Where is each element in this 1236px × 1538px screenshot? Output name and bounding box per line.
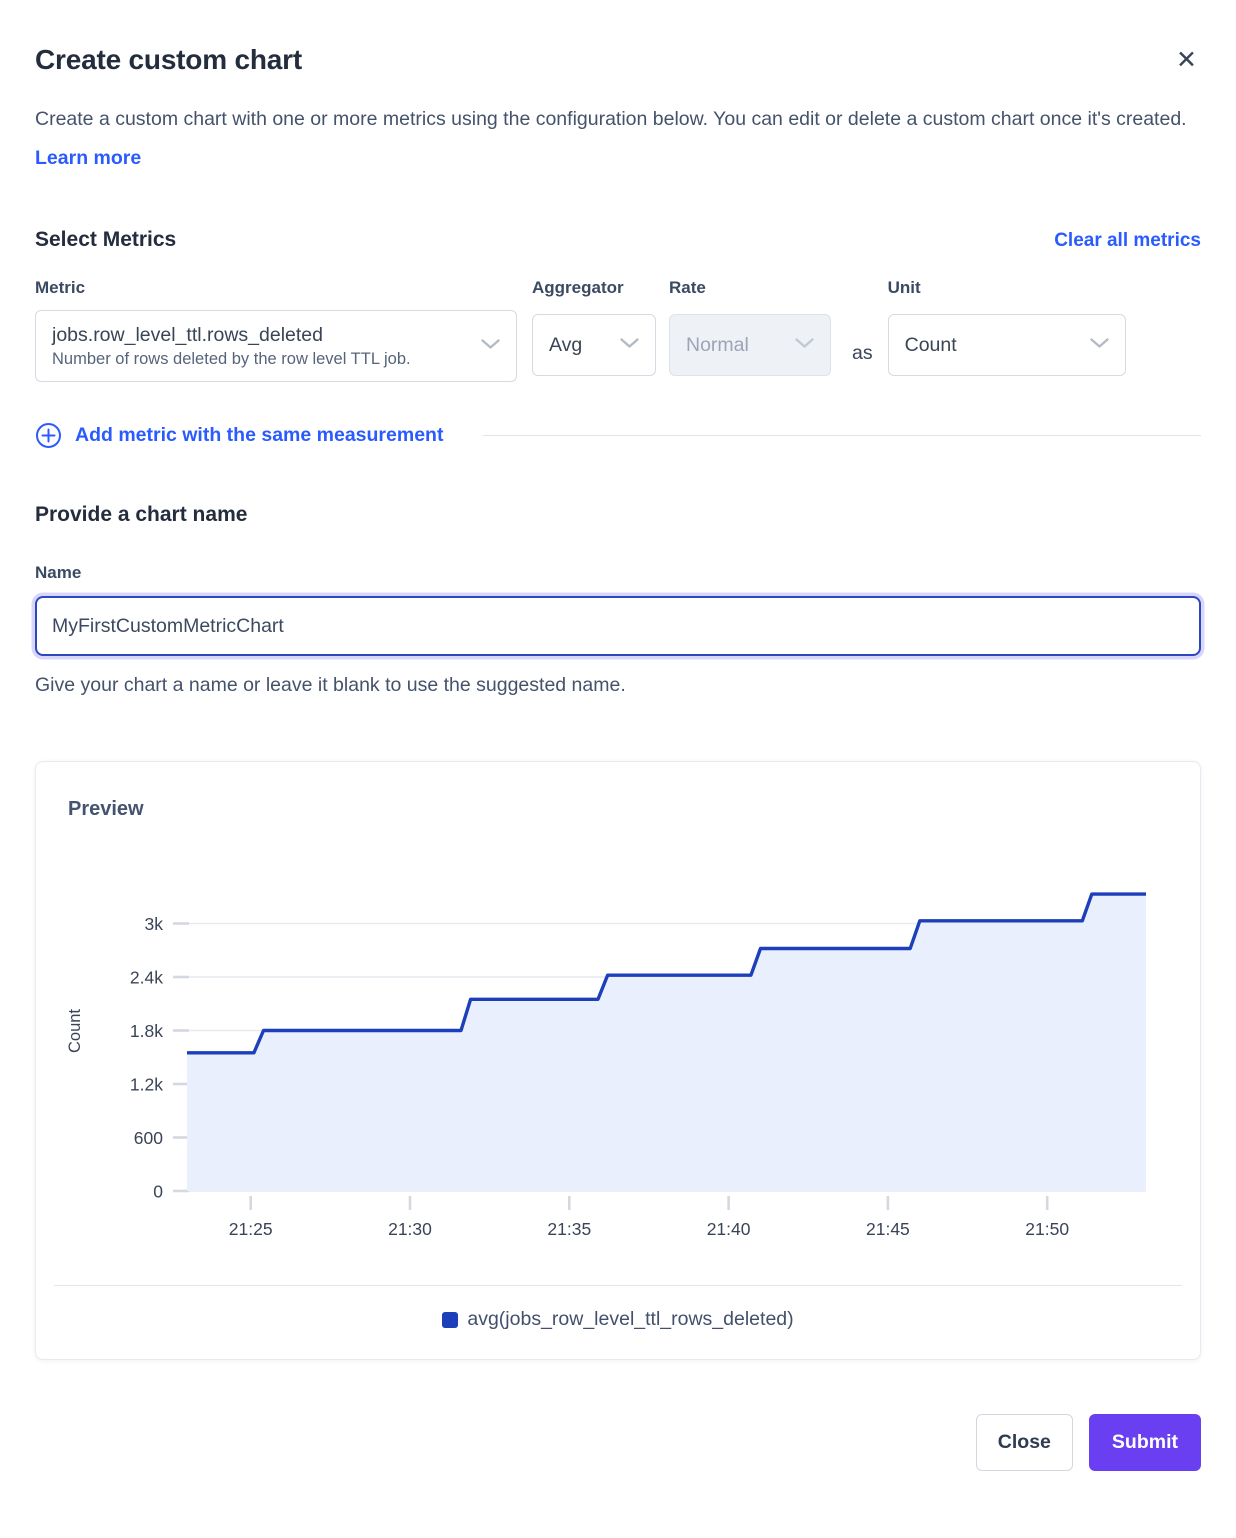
metrics-section-header: Select Metrics Clear all metrics [35, 228, 1201, 252]
svg-text:21:40: 21:40 [707, 1219, 751, 1237]
legend-swatch [442, 1312, 458, 1328]
chart-name-heading: Provide a chart name [35, 503, 1201, 527]
svg-text:21:35: 21:35 [547, 1219, 591, 1237]
svg-text:21:45: 21:45 [866, 1219, 910, 1237]
svg-text:2.4k: 2.4k [130, 968, 163, 988]
chart-legend: avg(jobs_row_level_ttl_rows_deleted) [36, 1286, 1200, 1359]
aggregator-select[interactable]: Avg [532, 314, 656, 376]
chevron-down-icon [620, 336, 639, 354]
learn-more-link[interactable]: Learn more [35, 147, 141, 169]
svg-text:21:25: 21:25 [229, 1219, 273, 1237]
dialog-header: Create custom chart ✕ [35, 0, 1201, 76]
rate-select-disabled: Normal [669, 314, 831, 376]
svg-text:3k: 3k [145, 914, 164, 934]
aggregator-column: Aggregator Avg [532, 278, 656, 376]
page-title: Create custom chart [35, 44, 302, 76]
dialog-description: Create a custom chart with one or more m… [35, 100, 1201, 178]
metric-select[interactable]: jobs.row_level_ttl.rows_deleted Number o… [35, 310, 517, 382]
close-icon[interactable]: ✕ [1172, 46, 1201, 75]
rate-select-value: Normal [686, 334, 749, 357]
as-label: as [852, 342, 873, 365]
aggregator-label: Aggregator [532, 278, 656, 298]
rate-label: Rate [669, 278, 831, 298]
rate-column: Rate Normal [669, 278, 831, 376]
select-metrics-heading: Select Metrics [35, 228, 176, 252]
svg-text:600: 600 [134, 1128, 163, 1148]
dialog-footer: Close Submit [35, 1414, 1201, 1504]
preview-heading: Preview [68, 798, 1200, 821]
metric-select-value: jobs.row_level_ttl.rows_deleted [52, 322, 411, 348]
name-helper-text: Give your chart a name or leave it blank… [35, 674, 1201, 697]
chevron-down-icon [481, 337, 500, 355]
metric-label: Metric [35, 278, 517, 298]
unit-column: Unit Count [888, 278, 1126, 376]
svg-text:21:30: 21:30 [388, 1219, 432, 1237]
description-text: Create a custom chart with one or more m… [35, 108, 1187, 130]
chart-name-input[interactable] [35, 596, 1201, 656]
chevron-down-icon [795, 336, 814, 354]
preview-chart: 0 600 1.2k 1.8k 2.4k 3k 21:25 21:30 21:35 21:40 21… [36, 869, 1200, 1237]
name-label: Name [35, 563, 1201, 583]
svg-text:1.8k: 1.8k [130, 1021, 163, 1041]
svg-text:21:50: 21:50 [1025, 1219, 1069, 1237]
add-metric-row: Add metric with the same measurement [35, 422, 1201, 449]
clear-all-metrics-link[interactable]: Clear all metrics [1054, 230, 1201, 252]
divider [483, 435, 1201, 436]
close-button[interactable]: Close [976, 1414, 1073, 1471]
submit-button[interactable]: Submit [1089, 1414, 1201, 1471]
svg-text:Count: Count [66, 1009, 84, 1053]
metric-select-description: Number of rows deleted by the row level … [52, 348, 411, 371]
metric-config-row: Metric jobs.row_level_ttl.rows_deleted N… [35, 278, 1201, 382]
add-metric-link-label: Add metric with the same measurement [75, 424, 443, 447]
svg-text:1.2k: 1.2k [130, 1075, 163, 1095]
metric-select-texts: jobs.row_level_ttl.rows_deleted Number o… [52, 322, 411, 371]
unit-select[interactable]: Count [888, 314, 1126, 376]
metric-column: Metric jobs.row_level_ttl.rows_deleted N… [35, 278, 517, 382]
unit-select-value: Count [905, 334, 957, 357]
aggregator-select-value: Avg [549, 334, 582, 357]
legend-label: avg(jobs_row_level_ttl_rows_deleted) [467, 1306, 793, 1333]
unit-label: Unit [888, 278, 1126, 298]
plus-circle-icon [35, 422, 62, 449]
create-custom-chart-dialog: Create custom chart ✕ Create a custom ch… [0, 0, 1236, 1504]
preview-card: Preview 0 600 1.2k 1.8k 2.4k 3k 21:25 21:30 21:3… [35, 761, 1201, 1360]
svg-text:0: 0 [153, 1182, 163, 1202]
add-metric-link[interactable]: Add metric with the same measurement [35, 422, 443, 449]
chevron-down-icon [1090, 336, 1109, 354]
